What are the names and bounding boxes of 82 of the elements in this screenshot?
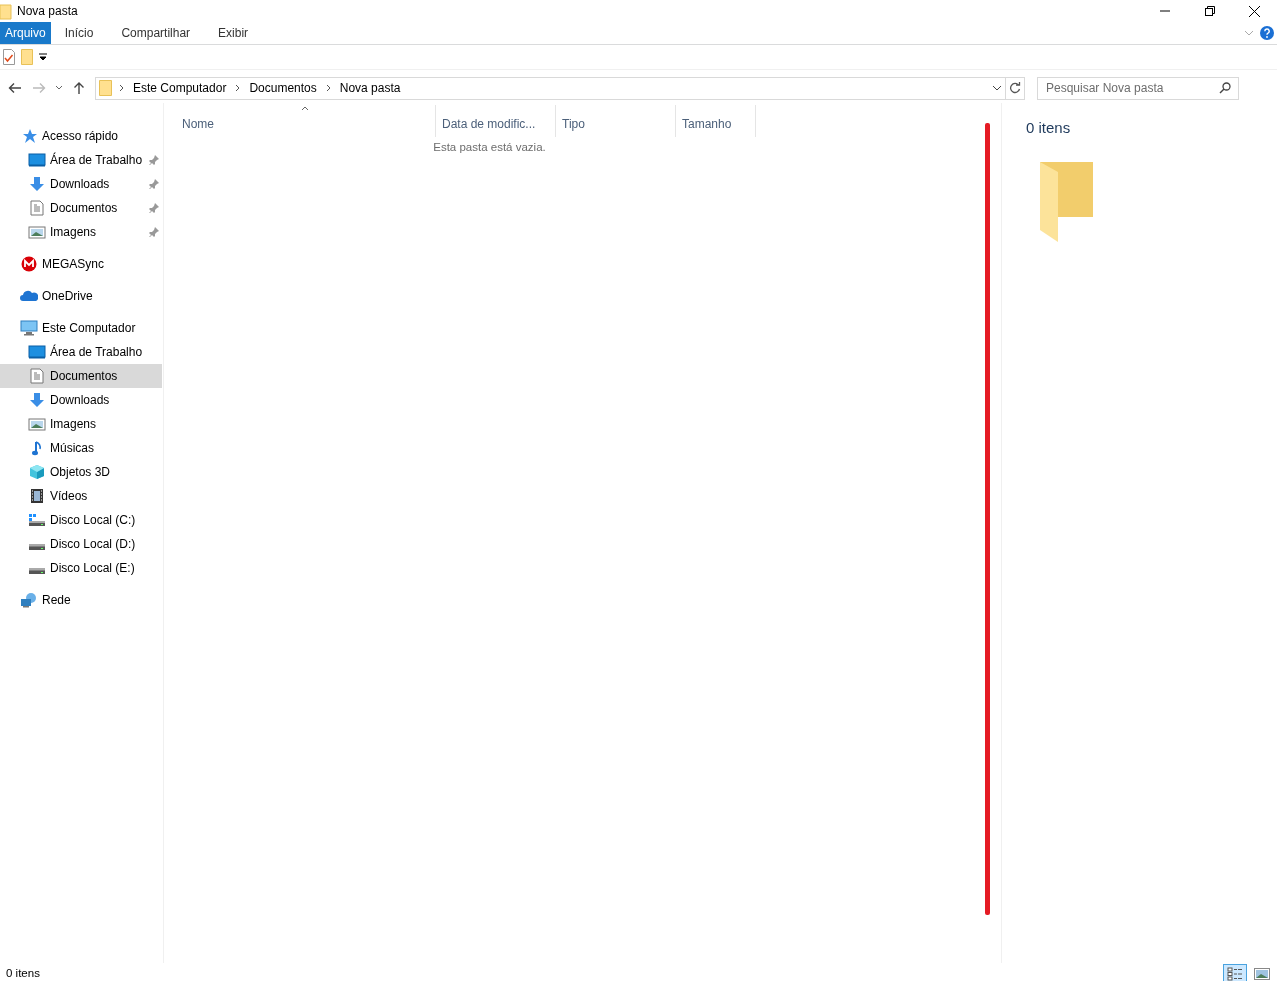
column-header[interactable]: Tamanho [676, 105, 756, 137]
checklist-icon [3, 49, 15, 65]
down-arrow-icon [29, 176, 45, 192]
ribbon-tab[interactable]: Início [50, 22, 108, 44]
up-arrow-icon [73, 81, 85, 95]
sidebar-item[interactable]: Disco Local (C:) [0, 508, 162, 532]
search-icon [1219, 81, 1231, 94]
breadcrumb-link[interactable]: Este Computador [127, 79, 233, 97]
ribbon-tab[interactable]: Compartilhar [107, 22, 205, 44]
chevron-down-icon [992, 85, 1002, 91]
drive-icon [29, 568, 45, 574]
refresh-icon [1009, 82, 1021, 94]
dropdown-icon [39, 53, 47, 61]
network-icon [20, 592, 38, 608]
drive-icon [29, 544, 45, 550]
music-note-icon [31, 440, 43, 456]
right-arrow-icon [32, 82, 46, 94]
sidebar-item[interactable]: Imagens [0, 220, 162, 244]
sidebar-item[interactable]: Músicas [0, 436, 162, 460]
cloud-icon [20, 290, 38, 302]
folder-icon [0, 2, 14, 20]
column-header[interactable]: Tipo [556, 105, 676, 137]
pin-icon [149, 155, 159, 165]
sidebar-item[interactable]: Acesso rápido [0, 124, 162, 148]
left-arrow-icon [8, 82, 22, 94]
document-icon [30, 200, 44, 216]
sidebar-item[interactable]: Documentos [0, 196, 162, 220]
picture-icon [28, 225, 46, 239]
picture-icon [1254, 967, 1270, 980]
ribbon-tab[interactable]: Exibir [204, 22, 263, 44]
item-count: 0 itens [1026, 118, 1072, 138]
breadcrumb-link[interactable]: Documentos [243, 79, 323, 97]
help-icon [1260, 26, 1274, 40]
pin-icon [149, 179, 159, 189]
folder-icon [21, 49, 33, 65]
chevron-right-icon [235, 84, 241, 92]
sidebar-item[interactable]: Rede [0, 588, 162, 612]
close-icon [1249, 5, 1260, 17]
column-header[interactable]: Data de modific... [436, 105, 556, 137]
sidebar-item[interactable]: Downloads [0, 172, 162, 196]
sidebar-item[interactable]: Disco Local (D:) [0, 532, 162, 556]
restore-icon [1204, 6, 1215, 16]
search-field[interactable]: Pesquisar Nova pasta [1037, 76, 1239, 100]
chevron-down-icon [55, 85, 63, 91]
details-view-icon [1227, 966, 1243, 981]
sidebar-item[interactable]: Disco Local (E:) [0, 556, 162, 580]
address-bar[interactable]: Este Computador Documentos Nova pasta [95, 76, 1025, 100]
chevron-down-icon [1244, 30, 1254, 36]
document-icon [30, 368, 44, 384]
m-logo-icon [21, 256, 37, 272]
status-item-count: 0 itens [6, 965, 41, 981]
pin-icon [149, 203, 159, 213]
chevron-right-icon [119, 84, 124, 92]
down-arrow-icon [29, 392, 45, 408]
column-header[interactable]: Nome [174, 105, 436, 137]
picture-icon [28, 417, 46, 431]
sidebar-item[interactable]: OneDrive [0, 284, 162, 308]
sidebar-item[interactable]: Área de Trabalho [0, 148, 162, 172]
breadcrumb-link[interactable]: Nova pasta [333, 79, 407, 97]
sort-up-icon [300, 106, 309, 111]
sidebar-item[interactable]: Downloads [0, 388, 162, 412]
ribbon-tab[interactable]: Arquivo [0, 22, 51, 44]
window-title: Nova pasta [17, 3, 78, 20]
cube-icon [29, 464, 45, 480]
pin-icon [149, 227, 159, 237]
sidebar-item[interactable]: Objetos 3D [0, 460, 162, 484]
star-icon [21, 128, 37, 144]
view-button[interactable] [1223, 963, 1247, 981]
computer-icon [20, 320, 38, 336]
film-strip-icon [30, 488, 44, 504]
sidebar-item[interactable]: Área de Trabalho [0, 340, 162, 364]
sidebar-item[interactable]: Documentos [0, 364, 162, 388]
folder-icon [99, 79, 113, 97]
monitor-icon [28, 153, 46, 167]
sidebar-item[interactable]: MEGASync [0, 252, 162, 276]
monitor-icon [28, 345, 46, 359]
chevron-right-icon [325, 84, 331, 92]
sidebar-item[interactable]: Imagens [0, 412, 162, 436]
sidebar-item[interactable]: Vídeos [0, 484, 162, 508]
sidebar-item[interactable]: Este Computador [0, 316, 162, 340]
empty-folder-message: Esta pasta está vazia. [432, 140, 547, 155]
drive-icon [28, 513, 46, 527]
